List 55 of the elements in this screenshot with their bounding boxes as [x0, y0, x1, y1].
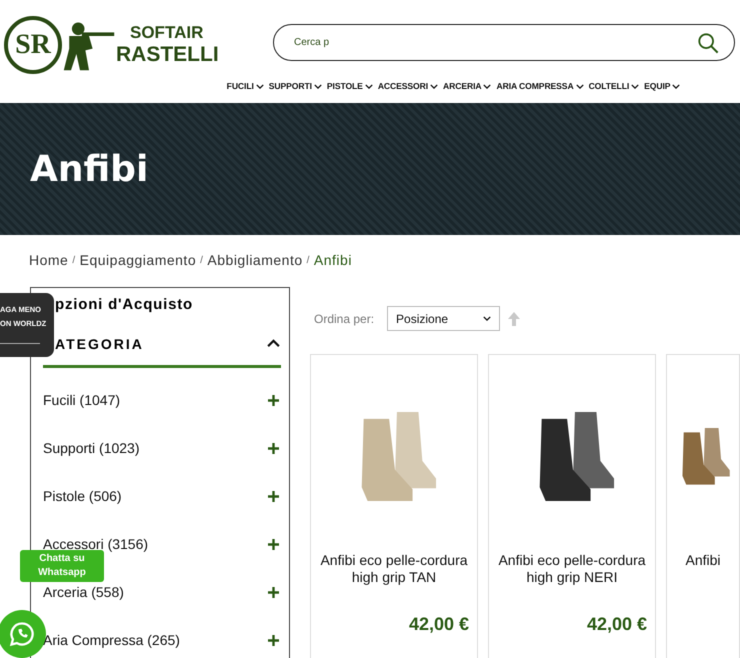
- product-price: 42,00 €: [586, 614, 647, 635]
- category-link[interactable]: Accessori (3156): [43, 536, 148, 552]
- nav-menu-item[interactable]: PISTOLE: [326, 81, 373, 91]
- caret-icon: [483, 316, 492, 321]
- chat-icon: [8, 620, 36, 648]
- category-link[interactable]: Pistole (506): [43, 488, 122, 504]
- plus-icon[interactable]: [268, 634, 279, 646]
- page-title: Anfibi: [30, 148, 148, 190]
- category-link[interactable]: Fucili (1047): [43, 392, 120, 408]
- product-title[interactable]: Anfibi eco pelle-cordura high grip TAN: [319, 552, 469, 614]
- logo-monogram: SR: [4, 16, 62, 74]
- logo[interactable]: SR SOFTAIR RASTELLI: [4, 16, 219, 74]
- caret-icon: [631, 84, 640, 88]
- plus-icon[interactable]: [268, 538, 279, 550]
- breadcrumb-link[interactable]: Home: [29, 252, 68, 268]
- panel-title: pzioni d'Acquisto: [55, 296, 194, 313]
- category-link[interactable]: Arceria (558): [43, 584, 124, 600]
- breadcrumb-link[interactable]: Equipaggiamento: [80, 252, 196, 268]
- caret-icon: [364, 84, 373, 88]
- breadcrumb-link[interactable]: Abbigliamento: [207, 252, 303, 268]
- product-card[interactable]: Anfibi eco pelle-cordura high grip TAN 42,00 €: [310, 354, 478, 658]
- sort-label: Ordina per:: [314, 312, 374, 326]
- product-title[interactable]: Anfibi eco pelle-cordura high grip NERI: [497, 552, 647, 614]
- breadcrumb-separator: /: [306, 254, 310, 266]
- sort-dropdown[interactable]: Posizione: [387, 306, 500, 331]
- nav-menu-item[interactable]: ARIA COMPRESSA: [496, 81, 584, 91]
- category-link[interactable]: Supporti (1023): [43, 440, 140, 456]
- product-price: 42,00 €: [408, 614, 469, 635]
- caret-icon: [256, 84, 264, 88]
- section-title: ATEGORIA: [55, 336, 144, 352]
- nav-menu-item[interactable]: ACCESSORI: [378, 81, 438, 91]
- plus-icon[interactable]: [268, 490, 279, 502]
- search-field[interactable]: Cerca p: [273, 24, 735, 61]
- nav-menu-item[interactable]: SUPPORTI: [268, 81, 322, 91]
- plus-icon[interactable]: [268, 442, 279, 454]
- plus-icon[interactable]: [268, 394, 279, 406]
- breadcrumb-separator: /: [72, 254, 76, 266]
- caret-icon: [576, 84, 584, 88]
- nav-menu-item[interactable]: COLTELLI: [588, 81, 640, 91]
- breadcrumb-separator: /: [200, 254, 204, 266]
- caret-icon: [430, 84, 438, 88]
- search-icon[interactable]: [697, 32, 719, 54]
- product-card[interactable]: Anfibi eco pelle-cordura high grip NERI 42,00 €: [488, 354, 656, 658]
- breadcrumb-link[interactable]: Anfibi: [314, 252, 352, 268]
- logo-text: SOFTAIR: [129, 23, 204, 43]
- caret-icon: [672, 84, 680, 88]
- plus-icon[interactable]: [268, 586, 279, 598]
- product-title[interactable]: Anfibi: [685, 552, 721, 614]
- nav-menu-item[interactable]: FUCILI: [226, 81, 264, 91]
- nav-menu-item[interactable]: ARCERIA: [443, 81, 492, 91]
- product-card[interactable]: Anfibi: [666, 354, 740, 658]
- caret-icon: [483, 84, 492, 88]
- logo-text: RASTELLI: [116, 43, 219, 67]
- caret-icon: [314, 84, 322, 88]
- nav-menu-item[interactable]: EQUIP: [644, 81, 680, 91]
